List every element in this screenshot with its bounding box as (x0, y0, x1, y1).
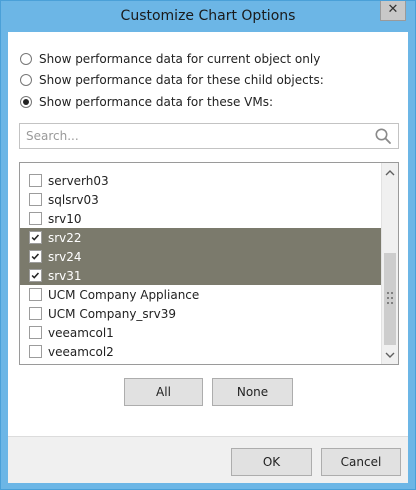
checkmark-icon (31, 272, 40, 279)
vm-name: srv22 (48, 230, 82, 245)
radio-button[interactable] (20, 74, 32, 86)
radio-label: Show performance data for these child ob… (39, 73, 324, 87)
vm-name: srv10 (48, 211, 82, 226)
checkbox-checked[interactable] (29, 250, 42, 263)
radio-child-objects[interactable]: Show performance data for these child ob… (20, 71, 324, 89)
dialog-title: Customize Chart Options (120, 8, 296, 24)
vm-list-item[interactable]: srv10 (20, 209, 382, 228)
radio-button[interactable] (20, 53, 32, 65)
checkbox[interactable] (29, 212, 42, 225)
vm-list-item[interactable]: veeamcol1 (20, 323, 382, 342)
radio-these-vms[interactable]: Show performance data for these VMs: (20, 93, 273, 111)
checkmark-icon (31, 234, 40, 241)
search-icon[interactable] (374, 127, 392, 145)
cancel-button[interactable]: Cancel (321, 448, 401, 476)
vm-name: sqlsrv03 (48, 192, 99, 207)
dialog-footer: OK Cancel (8, 436, 408, 483)
vm-list[interactable]: serverh03 sqlsrv03 srv10 srv22 srv24 srv31 UCM… (19, 162, 399, 365)
checkmark-icon (31, 253, 40, 260)
vm-name: UCM Company_srv39 (48, 306, 176, 321)
close-icon: ✕ (387, 2, 399, 17)
vm-name: veeamcol2 (48, 344, 114, 359)
checkbox[interactable] (29, 193, 42, 206)
vm-name: srv31 (48, 268, 82, 283)
vm-name: UCM Company Appliance (48, 287, 200, 302)
scroll-down-icon[interactable] (382, 347, 398, 363)
checkbox[interactable] (29, 174, 42, 187)
select-all-button[interactable]: All (124, 378, 203, 406)
vm-list-item[interactable]: serverh03 (20, 171, 382, 190)
radio-label: Show performance data for current object… (39, 52, 321, 66)
ok-button[interactable]: OK (231, 448, 312, 476)
vm-name: serverh03 (48, 173, 109, 188)
vertical-scrollbar[interactable] (381, 163, 398, 364)
checkbox[interactable] (29, 345, 42, 358)
scrollbar-thumb[interactable] (384, 253, 396, 345)
vm-name: srv24 (48, 249, 82, 264)
vm-list-item[interactable]: UCM Company_srv39 (20, 304, 382, 323)
scroll-up-icon[interactable] (382, 165, 398, 181)
select-none-button[interactable]: None (212, 378, 293, 406)
checkbox[interactable] (29, 326, 42, 339)
radio-label: Show performance data for these VMs: (39, 95, 274, 109)
radio-button-selected[interactable] (20, 96, 32, 108)
vm-list-item[interactable]: UCM Company Appliance (20, 285, 382, 304)
vm-list-item[interactable]: veeamcol2 (20, 342, 382, 361)
dialog-body: Show performance data for current object… (8, 32, 408, 483)
vm-list-item[interactable]: srv22 (20, 228, 382, 247)
grip-icon (387, 292, 393, 304)
vm-name: veeamcol1 (48, 325, 114, 340)
checkbox-checked[interactable] (29, 269, 42, 282)
search-box[interactable] (19, 123, 399, 149)
title-bar[interactable]: Customize Chart Options ✕ (1, 1, 415, 32)
checkbox-checked[interactable] (29, 231, 42, 244)
search-input[interactable] (26, 127, 366, 145)
checkbox[interactable] (29, 288, 42, 301)
radio-current-object[interactable]: Show performance data for current object… (20, 50, 320, 68)
vm-list-item[interactable]: srv31 (20, 266, 382, 285)
dialog-window: Customize Chart Options ✕ Show performan… (0, 0, 416, 490)
checkbox[interactable] (29, 307, 42, 320)
close-button[interactable]: ✕ (380, 1, 406, 21)
vm-list-item[interactable]: sqlsrv03 (20, 190, 382, 209)
vm-list-item[interactable]: srv24 (20, 247, 382, 266)
